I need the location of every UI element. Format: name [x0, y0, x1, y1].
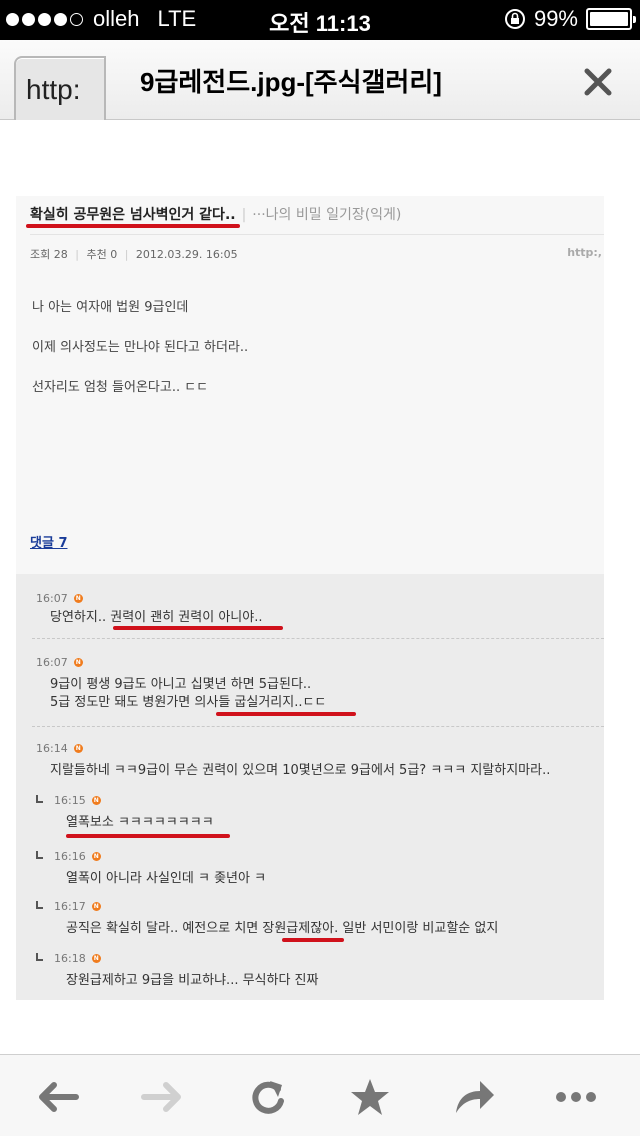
comment-text: 열폭보소 ㅋㅋㅋㅋㅋㅋㅋㅋ: [66, 815, 214, 830]
comment-text: 9급이 평생 9급도 아니고 십몇년 하면 5급된다..: [50, 677, 312, 692]
post-body-line: 이제 의사정도는 만나야 된다고 하더라..: [32, 340, 249, 355]
divider: [30, 234, 604, 235]
screenshot-image: 확실히 공무원은 넘사벽인거 같다.. | ···나의 비밀 일기장(익게) 조회 …: [16, 196, 604, 1000]
url-field-peek[interactable]: http:: [14, 56, 106, 120]
bottom-toolbar: [0, 1054, 640, 1136]
post-url: http:,: [567, 246, 602, 259]
comment-text: 공직은 확실히 달라.. 예전으로 치면 장원급제잖아. 일반 서민이랑 비교할…: [66, 921, 499, 936]
comment-time: 16:15: [54, 794, 86, 807]
comment-text: 장원급제하고 9급을 비교하냐... 무식하다 진짜: [66, 973, 319, 988]
status-right: 99%: [504, 6, 636, 32]
forward-icon[interactable]: [140, 1077, 184, 1117]
highlight-underline: [113, 626, 283, 630]
divider: [32, 638, 604, 639]
highlight-underline: [216, 712, 356, 716]
battery-percent: 99%: [533, 6, 578, 31]
comment-list: 16:07 N 당연하지.. 권력이 괜히 권력이 아니야.. 16:07 N …: [16, 574, 604, 1000]
back-icon[interactable]: [36, 1077, 80, 1117]
new-badge-icon: N: [91, 852, 101, 861]
reply-arrow-icon: [36, 901, 43, 909]
blog-post: 확실히 공무원은 넘사벽인거 같다.. | ···나의 비밀 일기장(익게) 조회 …: [16, 196, 604, 574]
more-icon[interactable]: [554, 1077, 598, 1117]
new-badge-icon: N: [73, 744, 83, 753]
comment-count-link[interactable]: 댓글 7: [30, 532, 68, 551]
post-meta: 조회 28 | 추천 0 | 2012.03.29. 16:05: [30, 248, 238, 261]
post-title: 확실히 공무원은 넘사벽인거 같다..: [30, 207, 236, 223]
reply-arrow-icon: [36, 953, 43, 961]
post-blog-name: ···나의 비밀 일기장(익게): [252, 207, 402, 223]
reply-arrow-icon: [36, 851, 43, 859]
new-badge-icon: N: [73, 594, 83, 603]
divider: [32, 726, 604, 727]
comment-time: 16:14: [36, 742, 68, 755]
post-header: 확실히 공무원은 넘사벽인거 같다.. | ···나의 비밀 일기장(익게): [30, 207, 402, 223]
post-body: 나 아는 여자애 법원 9급인데 이제 의사정도는 만나야 된다고 하더라.. …: [32, 300, 248, 420]
new-badge-icon: N: [91, 902, 101, 911]
bookmark-star-icon[interactable]: [348, 1077, 392, 1117]
highlight-underline: [66, 834, 230, 838]
highlight-underline: [282, 938, 344, 942]
post-body-line: 선자리도 엄청 들어온다고.. ㄷㄷ: [32, 380, 209, 395]
post-date: 2012.03.29. 16:05: [135, 248, 238, 261]
new-badge-icon: N: [91, 796, 101, 805]
post-body-line: 나 아는 여자애 법원 9급인데: [32, 300, 189, 315]
post-likes: 추천 0: [86, 248, 118, 261]
comment-text: 당연하지.. 권력이 괜히 권력이 아니야..: [50, 610, 263, 625]
rotation-lock-icon: [504, 9, 525, 29]
refresh-icon[interactable]: [246, 1077, 290, 1117]
comment-text: 지랄들하네 ㅋㅋ9급이 무슨 권력이 있으며 10몇년으로 9급에서 5급? ㅋ…: [50, 763, 551, 778]
comment-text: 5급 정도만 돼도 병원가면 의사들 굽실거리지..ㄷㄷ: [50, 695, 327, 710]
page-title: 9급레전드.jpg-[주식갤러리]: [140, 67, 442, 97]
post-views: 조회 28: [30, 248, 68, 261]
comment-time: 16:07: [36, 592, 68, 605]
comment-time: 16:18: [54, 952, 86, 965]
battery-icon: [586, 8, 636, 30]
status-bar: olleh LTE 오전 11:13 99%: [0, 0, 640, 40]
title-bar: http: 9급레전드.jpg-[주식갤러리]: [0, 40, 640, 120]
new-badge-icon: N: [73, 658, 83, 667]
comment-text: 열폭이 아니라 사실인데 ㅋ 좆년아 ㅋ: [66, 871, 267, 886]
comment-time: 16:16: [54, 850, 86, 863]
comment-time: 16:17: [54, 900, 86, 913]
share-icon[interactable]: [452, 1077, 496, 1117]
reply-arrow-icon: [36, 795, 43, 803]
close-icon[interactable]: [578, 62, 618, 102]
new-badge-icon: N: [91, 954, 101, 963]
comment-time: 16:07: [36, 656, 68, 669]
highlight-underline: [26, 224, 240, 228]
